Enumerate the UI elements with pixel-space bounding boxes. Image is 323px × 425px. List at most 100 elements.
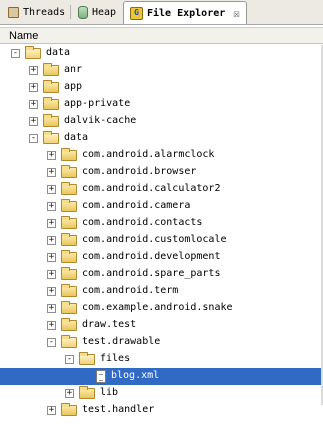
tree-item-label: com.android.alarmclock [82, 149, 215, 160]
folder-icon [61, 182, 77, 195]
folder-row[interactable]: + app [0, 79, 323, 96]
folder-row[interactable]: - files [0, 351, 323, 368]
folder-row[interactable]: + com.example.android.snake [0, 300, 323, 317]
collapse-icon[interactable]: - [65, 355, 74, 364]
folder-row[interactable]: + com.android.customlocale [0, 232, 323, 249]
folder-row[interactable]: + dalvik-cache [0, 113, 323, 130]
folder-row[interactable]: + lib [0, 385, 323, 402]
expand-icon[interactable]: + [47, 168, 56, 177]
tree-item-label: com.android.contacts [82, 217, 203, 228]
tree-item-label: app [64, 81, 83, 92]
expand-icon[interactable]: + [47, 253, 56, 262]
folder-row[interactable]: + com.android.browser [0, 164, 323, 181]
folder-icon [61, 216, 77, 229]
folder-row[interactable]: + com.android.term [0, 283, 323, 300]
folder-open-icon [25, 46, 41, 59]
tree-item-label: data [64, 132, 89, 143]
column-header-label: Name [9, 30, 39, 42]
folder-open-icon [61, 335, 77, 348]
tree-item-label: com.example.android.snake [82, 302, 233, 313]
folder-icon [61, 318, 77, 331]
folder-icon [43, 114, 59, 127]
expand-icon[interactable]: + [29, 66, 38, 75]
folder-icon [61, 148, 77, 161]
tab-heap-label: Heap [92, 7, 117, 18]
tab-file-explorer-label: File Explorer [147, 7, 226, 19]
tree-item-label: files [100, 353, 131, 364]
tree-item-label: com.android.camera [82, 200, 191, 211]
folder-icon [61, 165, 77, 178]
expand-icon[interactable]: + [47, 406, 56, 415]
folder-icon [43, 97, 59, 110]
expand-icon[interactable]: + [47, 219, 56, 228]
expand-icon[interactable]: + [47, 270, 56, 279]
tree-item-label: com.android.spare_parts [82, 268, 221, 279]
tab-file-explorer[interactable]: G File Explorer ☒ [123, 1, 247, 24]
expand-icon[interactable]: + [47, 236, 56, 245]
folder-row[interactable]: - test.drawable [0, 334, 323, 351]
folder-row[interactable]: + com.android.contacts [0, 215, 323, 232]
tree-item-label: test.handler [82, 404, 155, 415]
expand-icon[interactable]: + [47, 287, 56, 296]
tree-item-label: com.android.customlocale [82, 234, 227, 245]
expand-icon[interactable]: + [29, 100, 38, 109]
folder-icon [61, 301, 77, 314]
tab-threads-label: Threads [23, 7, 66, 18]
expand-icon[interactable]: + [47, 185, 56, 194]
folder-icon [61, 250, 77, 263]
tab-threads[interactable]: Threads [2, 2, 71, 23]
file-explorer-icon: G [130, 6, 143, 20]
tree-item-label: blog.xml [111, 370, 160, 381]
expand-icon[interactable]: + [65, 389, 74, 398]
folder-icon [61, 403, 77, 416]
collapse-icon[interactable]: - [11, 49, 20, 58]
folder-row[interactable]: + com.android.alarmclock [0, 147, 323, 164]
folder-open-icon [79, 352, 95, 365]
folder-row[interactable]: + com.android.camera [0, 198, 323, 215]
expand-icon[interactable]: + [29, 83, 38, 92]
view-tab-bar: Threads Heap G File Explorer ☒ [0, 0, 323, 25]
folder-icon [43, 63, 59, 76]
expand-icon[interactable]: + [47, 321, 56, 330]
folder-icon [61, 233, 77, 246]
folder-row[interactable]: + anr [0, 62, 323, 79]
expand-icon[interactable]: + [47, 202, 56, 211]
tree-item-label: test.drawable [82, 336, 161, 347]
tree-item-label: data [46, 47, 71, 58]
tree-item-label: com.android.term [82, 285, 179, 296]
folder-icon [79, 386, 95, 399]
file-row[interactable]: blog.xml [0, 368, 323, 385]
heap-icon [78, 6, 88, 19]
tree-item-label: draw.test [82, 319, 137, 330]
folder-row[interactable]: + com.android.development [0, 249, 323, 266]
folder-row[interactable]: + com.android.spare_parts [0, 266, 323, 283]
tree-item-label: dalvik-cache [64, 115, 137, 126]
folder-icon [61, 267, 77, 280]
folder-row[interactable]: + app-private [0, 96, 323, 113]
collapse-icon[interactable]: - [47, 338, 56, 347]
tab-heap[interactable]: Heap [72, 2, 122, 23]
tree-item-label: com.android.development [82, 251, 221, 262]
tree-item-label: anr [64, 64, 83, 75]
tree-item-label: com.android.calculator2 [82, 183, 221, 194]
folder-row[interactable]: - data [0, 130, 323, 147]
folder-icon [61, 284, 77, 297]
xml-file-icon [96, 370, 106, 383]
expand-icon[interactable]: + [47, 304, 56, 313]
column-header-name[interactable]: Name [0, 27, 323, 44]
folder-row[interactable]: + draw.test [0, 317, 323, 334]
expand-icon[interactable]: + [47, 151, 56, 160]
folder-row[interactable]: + com.android.calculator2 [0, 181, 323, 198]
tree-item-label: com.android.browser [82, 166, 197, 177]
tree-item-label: app-private [64, 98, 131, 109]
folder-row[interactable]: - data [0, 45, 323, 62]
folder-icon [43, 80, 59, 93]
tab-separator [70, 5, 71, 19]
collapse-icon[interactable]: - [29, 134, 38, 143]
close-icon[interactable]: ☒ [233, 7, 240, 20]
folder-open-icon [43, 131, 59, 144]
folder-row[interactable]: + test.handler [0, 402, 323, 419]
folder-icon [61, 199, 77, 212]
tree-item-label: lib [100, 387, 119, 398]
expand-icon[interactable]: + [29, 117, 38, 126]
